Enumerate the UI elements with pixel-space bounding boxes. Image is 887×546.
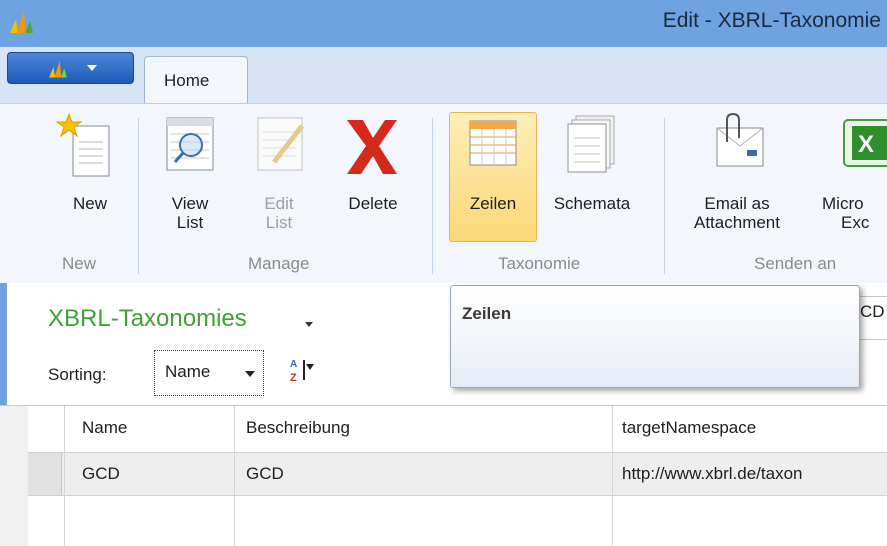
cell-name[interactable]: GCD	[82, 464, 120, 484]
grid-column-divider	[64, 406, 65, 546]
ribbon-separator	[664, 118, 665, 274]
email-attachment-icon	[716, 112, 764, 167]
email-as-attachment-button[interactable]: Email as Attachment	[683, 112, 791, 242]
new-document-icon	[55, 112, 110, 177]
delete-x-icon	[347, 120, 397, 174]
email-label-line2: Attachment	[694, 213, 780, 232]
column-header-name[interactable]: Name	[82, 418, 127, 438]
zeilen-label: Zeilen	[469, 194, 517, 213]
window-title: Edit - XBRL-Taxonomie	[662, 9, 881, 32]
dynamics-logo-icon	[10, 11, 33, 33]
column-header-targetnamespace[interactable]: targetNamespace	[622, 418, 756, 438]
cell-targetnamespace[interactable]: http://www.xbrl.de/taxon	[622, 464, 887, 484]
new-button[interactable]: New	[55, 112, 125, 242]
filter-input-value: CD	[860, 302, 885, 321]
row-selector[interactable]	[28, 453, 62, 495]
excel-icon: X	[843, 119, 887, 167]
table-rows-icon	[469, 120, 517, 166]
list-title[interactable]: XBRL-Taxonomies	[48, 305, 247, 333]
svg-text:Z: Z	[290, 372, 297, 384]
dynamics-logo-icon	[49, 60, 67, 78]
view-list-label-line2: List	[176, 213, 204, 232]
row-selector-column	[0, 406, 28, 546]
sorting-label: Sorting:	[48, 365, 107, 384]
grid-column-divider	[234, 406, 235, 546]
edit-list-label-line1: Edit	[264, 194, 294, 213]
view-list-button[interactable]: View List	[155, 112, 225, 242]
application-menu-button[interactable]	[7, 52, 134, 84]
grid-header	[28, 406, 887, 452]
delete-label: Delete	[348, 194, 398, 213]
chevron-down-icon	[87, 65, 97, 71]
chevron-down-icon	[245, 371, 255, 377]
svg-text:X: X	[858, 131, 874, 158]
schemata-documents-icon	[567, 115, 615, 173]
grid-column-divider	[612, 406, 613, 546]
edit-list-button[interactable]: Edit List	[244, 112, 314, 242]
ribbon-separator	[138, 118, 139, 274]
microsoft-excel-button[interactable]: X Micro Exc	[820, 112, 887, 242]
edit-list-label-line2: List	[265, 213, 293, 232]
schemata-button[interactable]: Schemata	[540, 112, 644, 242]
tab-home[interactable]: Home	[144, 56, 248, 103]
group-label-manage: Manage	[248, 254, 310, 273]
group-label-taxonomie: Taxonomie	[498, 254, 581, 273]
cell-beschreibung[interactable]: GCD	[246, 464, 284, 484]
title-bar: Edit - XBRL-Taxonomie	[0, 0, 887, 47]
group-label-new: New	[62, 254, 97, 273]
view-list-icon	[166, 117, 214, 171]
view-list-label-line1: View	[171, 194, 209, 213]
delete-button[interactable]: Delete	[333, 112, 413, 242]
column-header-beschreibung[interactable]: Beschreibung	[246, 418, 350, 438]
zeilen-button[interactable]: Zeilen	[449, 112, 537, 242]
new-label: New	[72, 194, 107, 213]
tab-home-label: Home	[164, 71, 210, 90]
ribbon-separator	[432, 118, 433, 274]
email-label-line1: Email as	[704, 194, 770, 213]
schemata-label: Schemata	[553, 194, 631, 213]
excel-label-line2: Exc	[841, 213, 870, 232]
svg-text:A: A	[290, 359, 297, 370]
edit-list-icon	[257, 117, 304, 171]
zeilen-tooltip: Zeilen	[450, 285, 860, 388]
sort-field-value: Name	[165, 362, 211, 381]
tooltip-title: Zeilen	[462, 304, 512, 323]
chevron-down-icon[interactable]	[305, 322, 313, 327]
excel-label-line1: Micro	[822, 194, 864, 213]
sort-field-select[interactable]: Name	[154, 350, 264, 396]
group-label-senden-an: Senden an	[754, 254, 837, 273]
sort-direction-icon[interactable]: A Z	[290, 356, 314, 384]
